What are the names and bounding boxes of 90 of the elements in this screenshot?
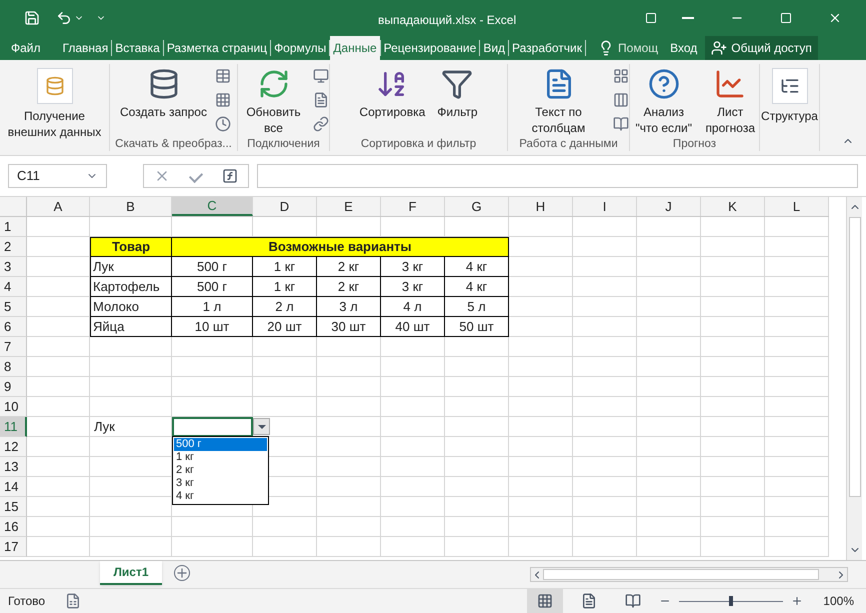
dropdown-option[interactable]: 3 кг [174, 477, 267, 490]
table-cell[interactable]: 3 кг [381, 257, 445, 277]
row-header[interactable]: 9 [0, 377, 27, 397]
column-header[interactable]: D [253, 197, 317, 216]
row-header[interactable]: 10 [0, 397, 27, 417]
ribbon-button[interactable]: Структура [757, 64, 822, 151]
table-cell[interactable]: 5 л [445, 297, 509, 317]
column-header[interactable]: A [27, 197, 90, 216]
table-cell[interactable]: 500 г [172, 257, 253, 277]
group-label: Сортировка и фильтр [360, 137, 478, 151]
ribbon-tab[interactable]: Разработчик [509, 36, 586, 60]
row-header[interactable]: 8 [0, 357, 27, 377]
column-header[interactable]: G [445, 197, 509, 216]
group-label: Работа с данными [518, 137, 619, 151]
column-header[interactable]: L [765, 197, 829, 216]
table-cell[interactable]: 50 шт [445, 317, 509, 337]
table-cell[interactable]: 4 кг [445, 277, 509, 297]
zoom-level: 100% [823, 593, 854, 610]
share-button[interactable]: Общий доступ [705, 36, 818, 60]
ribbon-tab[interactable]: Данные [330, 36, 380, 60]
ribbon-tab[interactable]: Файл [8, 36, 44, 60]
name-box[interactable]: C11 [8, 164, 107, 188]
row-header[interactable]: 16 [0, 517, 27, 537]
row-header[interactable]: 17 [0, 537, 27, 557]
table-cell[interactable]: 1 л [172, 297, 253, 317]
column-header[interactable]: C [172, 197, 253, 216]
group-label: Скачать & преобраз... [114, 137, 233, 151]
row-header[interactable]: 12 [0, 437, 27, 457]
table-cell[interactable]: Молоко [90, 297, 172, 317]
table-cell[interactable]: 1 кг [253, 257, 317, 277]
table-cell[interactable]: 40 шт [381, 317, 445, 337]
sheet-tab[interactable]: Лист1 [100, 561, 162, 585]
table-cell[interactable]: 4 л [381, 297, 445, 317]
row-header[interactable]: 13 [0, 457, 27, 477]
ribbon-button[interactable]: Получение внешних данных [0, 64, 108, 151]
row-header[interactable]: 5 [0, 297, 27, 317]
group-label: Прогноз [672, 137, 718, 151]
table-cell[interactable]: Яйца [90, 317, 172, 337]
table-cell[interactable]: 2 кг [317, 257, 381, 277]
row-header[interactable]: 11 [0, 417, 27, 437]
dropdown-option[interactable]: 500 г [174, 438, 267, 451]
table-cell[interactable]: 10 шт [172, 317, 253, 337]
ribbon-button[interactable]: Текст по столбцам [508, 64, 609, 137]
table-cell[interactable]: 500 г [172, 277, 253, 297]
ribbon-button[interactable]: Фильтр [433, 64, 482, 137]
ribbon-button[interactable]: Лист прогноза [701, 64, 759, 137]
column-header[interactable]: H [509, 197, 573, 216]
ribbon-button[interactable]: Анализ "что если" [630, 64, 698, 137]
ribbon-tab[interactable]: Разметка страниц [164, 36, 270, 60]
column-header[interactable]: K [701, 197, 765, 216]
row-header[interactable]: 6 [0, 317, 27, 337]
row-header[interactable]: 14 [0, 477, 27, 497]
column-header[interactable]: I [573, 197, 637, 216]
table-header-cell[interactable]: Товар [90, 237, 172, 257]
table-cell[interactable]: 3 кг [381, 277, 445, 297]
table-cell[interactable]: 30 шт [317, 317, 381, 337]
ribbon-tab[interactable]: Рецензирование [380, 36, 480, 60]
row-header[interactable]: 7 [0, 337, 27, 357]
ribbon-button[interactable]: Обновить все [238, 64, 309, 137]
table-cell[interactable]: 1 кг [253, 277, 317, 297]
ribbon-button[interactable]: Сортировка [355, 64, 430, 137]
row-header[interactable]: 2 [0, 237, 27, 257]
ribbon-tab[interactable]: Главная [60, 36, 112, 60]
row-header[interactable]: 1 [0, 217, 27, 237]
ribbon-tab[interactable]: Формулы [271, 36, 330, 60]
table-cell[interactable]: 3 л [317, 297, 381, 317]
ribbon-tab[interactable]: Вставка [112, 36, 163, 60]
window-title: выпадающий.xlsx - Excel [378, 12, 516, 29]
dropdown-option[interactable]: 2 кг [174, 464, 267, 477]
dropdown-option[interactable]: 4 кг [174, 490, 267, 503]
row-header[interactable]: 3 [0, 257, 27, 277]
help-search[interactable]: Помощ [614, 36, 662, 60]
group-label: Подключения [246, 137, 321, 151]
sign-in-link[interactable]: Вход [666, 36, 702, 60]
status-text: Готово [8, 593, 46, 610]
table-cell[interactable]: 20 шт [253, 317, 317, 337]
table-cell[interactable]: Лук [90, 257, 172, 277]
table-cell[interactable]: 2 л [253, 297, 317, 317]
table-cell[interactable]: Картофель [90, 277, 172, 297]
column-header[interactable]: J [637, 197, 701, 216]
row-header[interactable]: 4 [0, 277, 27, 297]
column-header[interactable]: E [317, 197, 381, 216]
table-cell[interactable]: 2 кг [317, 277, 381, 297]
ribbon-tab[interactable]: Вид [480, 36, 508, 60]
table-header-cell[interactable]: Возможные варианты [172, 237, 509, 257]
row-header[interactable]: 15 [0, 497, 27, 517]
ribbon-button[interactable]: Создать запрос [116, 64, 211, 137]
column-header[interactable]: F [381, 197, 445, 216]
table-cell[interactable]: 4 кг [445, 257, 509, 277]
dropdown-option[interactable]: 1 кг [174, 451, 267, 464]
